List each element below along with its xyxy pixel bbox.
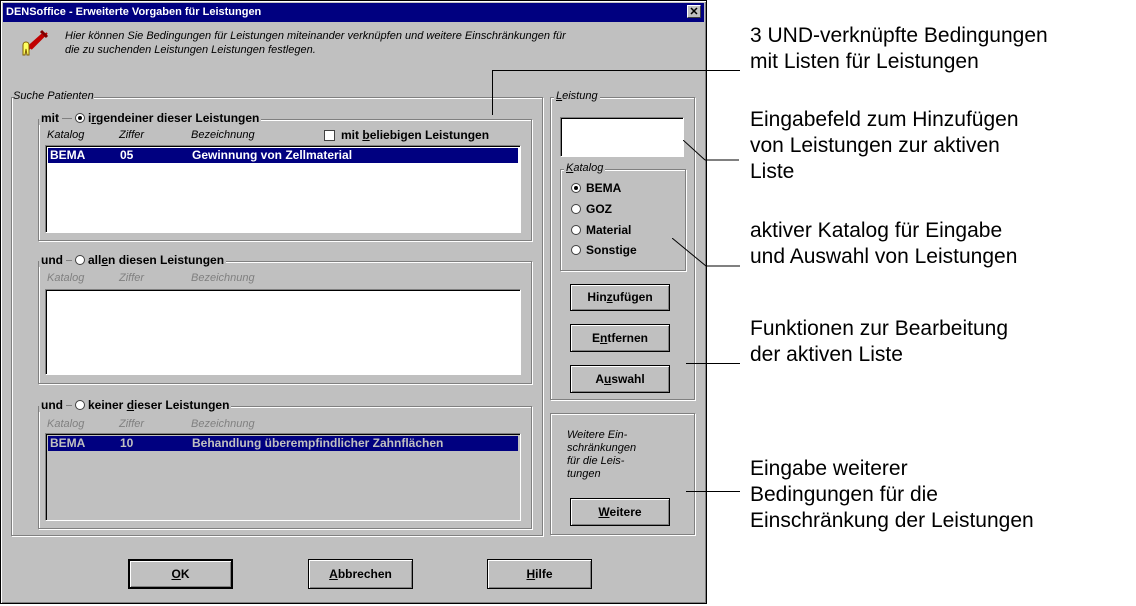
radio-bema[interactable] bbox=[571, 183, 581, 193]
group-prefix: und bbox=[41, 398, 63, 412]
annotation-1: 3 UND-verknüpfte Bedingungen mit Listen f… bbox=[750, 24, 1048, 73]
row-ziffer: 05 bbox=[120, 148, 134, 162]
intro-line-2: die zu suchenden Leistungen Leistungen f… bbox=[65, 44, 316, 56]
abbrechen-button[interactable]: Abbrechen bbox=[308, 559, 413, 589]
list-irgendeiner[interactable]: BEMA 05 Gewinnung von Zellmaterial bbox=[45, 145, 521, 233]
weitere-note-3: für die Leis- bbox=[567, 455, 625, 467]
col-ziffer: Ziffer bbox=[119, 418, 145, 430]
radio-irgendeiner-label[interactable]: irgendeiner dieser Leistungen bbox=[88, 111, 259, 125]
group-allen-title: und allen diesen Leistungen bbox=[39, 253, 227, 267]
katalog-option-material[interactable]: Material bbox=[571, 223, 631, 237]
col-katalog: Katalog bbox=[47, 129, 85, 141]
weitere-button[interactable]: Weitere bbox=[570, 498, 670, 526]
entfernen-button[interactable]: Entfernen bbox=[570, 324, 670, 352]
checkbox-box[interactable] bbox=[324, 129, 335, 141]
intro-line-1: Hier können Sie Bedingungen für Leistung… bbox=[65, 30, 566, 42]
radio-material[interactable] bbox=[571, 225, 581, 235]
radio-allen-label[interactable]: allen diesen Leistungen bbox=[88, 253, 224, 267]
weitere-note-4: tungen bbox=[567, 468, 601, 480]
leistung-input[interactable] bbox=[560, 117, 684, 157]
weitere-note-1: Weitere Ein- bbox=[567, 429, 628, 441]
dental-tools-icon bbox=[22, 29, 49, 56]
col-bezeichnung: Bezeichnung bbox=[191, 129, 255, 141]
list-allen[interactable] bbox=[45, 289, 521, 375]
hinzufuegen-button[interactable]: Hinzufügen bbox=[570, 284, 670, 311]
callout-line-1 bbox=[492, 70, 740, 71]
callout-line-2 bbox=[683, 140, 739, 161]
weitere-note-2: schränkungen bbox=[567, 442, 637, 454]
col-ziffer: Ziffer bbox=[119, 272, 145, 284]
radio-keiner-label[interactable]: keiner dieser Leistungen bbox=[88, 398, 229, 412]
callout-line-4 bbox=[686, 363, 740, 364]
col-bezeichnung: Bezeichnung bbox=[191, 272, 255, 284]
row-katalog: BEMA bbox=[50, 148, 86, 162]
group-prefix: mit bbox=[41, 111, 59, 125]
radio-keiner[interactable] bbox=[75, 400, 85, 410]
row-ziffer: 10 bbox=[120, 436, 134, 450]
katalog-option-bema[interactable]: BEMA bbox=[571, 181, 621, 195]
group-keiner-title: und keiner dieser Leistungen bbox=[39, 398, 232, 412]
annotation-4: Funktionen zur Bearbeitung der aktiven Li… bbox=[750, 317, 1008, 366]
window-title: DENSoffice - Erweiterte Vorgaben für Lei… bbox=[6, 6, 262, 18]
annotation-5: Eingabe weiterer Bedingungen für die Einsc… bbox=[750, 457, 1034, 532]
annotation-3: aktiver Katalog für Eingabe und Auswahl v… bbox=[750, 219, 1018, 268]
ok-button[interactable]: OK bbox=[128, 559, 233, 589]
col-katalog: Katalog bbox=[47, 418, 85, 430]
callout-line-1-vertical bbox=[492, 70, 493, 115]
group-irgendeiner-title: mit irgendeiner dieser Leistungen bbox=[39, 111, 262, 125]
table-row[interactable]: BEMA 05 Gewinnung von Zellmaterial bbox=[48, 148, 518, 163]
suche-patienten-title: Suche Patienten bbox=[13, 90, 94, 102]
col-bezeichnung: Bezeichnung bbox=[191, 418, 255, 430]
row-katalog: BEMA bbox=[50, 436, 86, 450]
annotation-2: Eingabefeld zum Hinzufügen von Leistungen… bbox=[750, 108, 1019, 183]
hilfe-button[interactable]: Hilfe bbox=[487, 559, 592, 589]
list-keiner[interactable]: BEMA 10 Behandlung überempfindlicher Zah… bbox=[45, 433, 521, 521]
title-bar: DENSoffice - Erweiterte Vorgaben für Lei… bbox=[3, 3, 704, 22]
callout-line-3 bbox=[672, 238, 740, 267]
group-prefix: und bbox=[41, 253, 63, 267]
leistung-title: Leistung bbox=[554, 90, 600, 102]
col-katalog: Katalog bbox=[47, 272, 85, 284]
row-bezeichnung: Gewinnung von Zellmaterial bbox=[192, 148, 353, 162]
radio-irgendeiner[interactable] bbox=[75, 113, 85, 123]
close-button[interactable]: ✕ bbox=[687, 5, 701, 18]
checkbox-label: mit beliebigen Leistungen bbox=[341, 128, 490, 142]
dialog-window: DENSoffice - Erweiterte Vorgaben für Lei… bbox=[0, 0, 707, 604]
col-ziffer: Ziffer bbox=[119, 129, 145, 141]
katalog-option-goz[interactable]: GOZ bbox=[571, 202, 612, 216]
table-row[interactable]: BEMA 10 Behandlung überempfindlicher Zah… bbox=[48, 436, 518, 451]
beliebige-leistungen-checkbox[interactable]: mit beliebigen Leistungen bbox=[324, 128, 489, 142]
radio-sonstige[interactable] bbox=[571, 245, 581, 255]
row-bezeichnung: Behandlung überempfindlicher Zahnflächen bbox=[192, 436, 444, 450]
katalog-title: Katalog bbox=[564, 162, 606, 174]
callout-line-5 bbox=[686, 491, 740, 492]
katalog-option-sonstige[interactable]: Sonstige bbox=[571, 243, 637, 257]
radio-goz[interactable] bbox=[571, 204, 581, 214]
auswahl-button[interactable]: Auswahl bbox=[570, 365, 670, 393]
radio-allen[interactable] bbox=[75, 255, 85, 265]
